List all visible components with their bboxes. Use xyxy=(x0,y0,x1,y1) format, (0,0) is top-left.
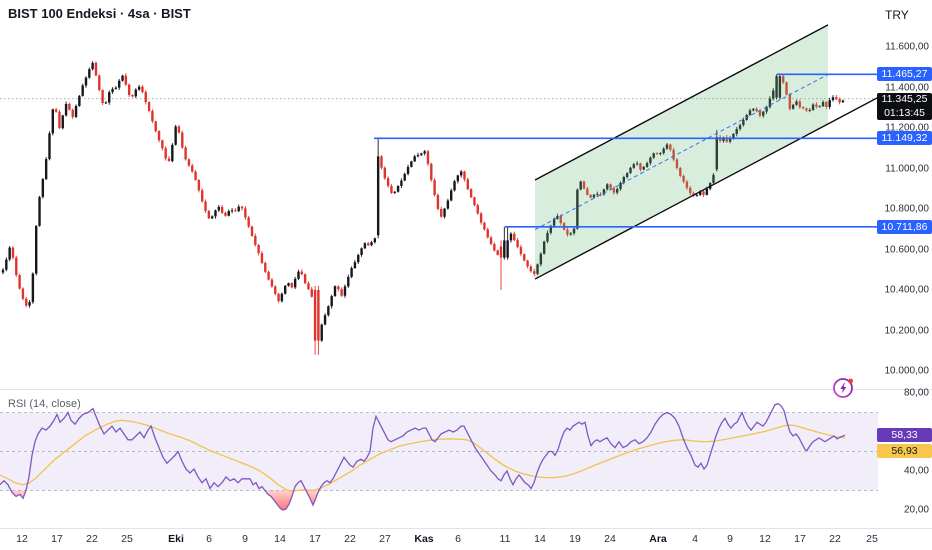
time-tick-day: 27 xyxy=(379,533,391,545)
time-tick-day: 22 xyxy=(344,533,356,545)
support-price-label: 10.711,86 xyxy=(877,219,932,234)
main-price-chart[interactable] xyxy=(0,0,878,390)
rsi-indicator-title[interactable]: RSI (14, close) xyxy=(8,398,81,410)
time-tick-day: 9 xyxy=(242,533,248,545)
time-tick-day: 17 xyxy=(51,533,63,545)
time-tick-day: 4 xyxy=(692,533,698,545)
rsi-tick: 20,00 xyxy=(903,504,929,516)
time-tick-day: 14 xyxy=(534,533,546,545)
tradingview-chart: BIST 100 Endeksi · 4sa · BIST RSI (14, c… xyxy=(0,0,932,550)
time-tick-day: 25 xyxy=(866,533,878,545)
time-tick-month: Ara xyxy=(649,533,667,545)
price-tick: 10.000,00 xyxy=(884,365,930,377)
time-tick-day: 17 xyxy=(794,533,806,545)
bar-countdown: 01:13:45 xyxy=(884,106,925,119)
time-tick-day: 6 xyxy=(455,533,461,545)
time-axis[interactable]: 12 17 22 25 Eki 6 9 14 17 22 27 Kas 6 11 14 19 24 Ara 4 9 12… xyxy=(0,529,932,550)
mid-price-label: 11.149,32 xyxy=(877,131,932,146)
lightning-icon xyxy=(833,377,853,398)
channel-fill[interactable] xyxy=(535,24,828,280)
time-tick-day: 11 xyxy=(499,533,511,545)
price-tick: 10.200,00 xyxy=(884,325,930,336)
time-tick-day: 9 xyxy=(727,533,733,545)
price-tick: 11.400,00 xyxy=(885,82,929,93)
price-tick: 11.000,00 xyxy=(885,163,929,174)
time-tick-day: 12 xyxy=(16,533,28,545)
time-tick-day: 6 xyxy=(206,533,212,545)
price-tick: 10.400,00 xyxy=(884,284,930,296)
price-tick: 10.600,00 xyxy=(884,244,930,255)
rsi-indicator-chart[interactable] xyxy=(0,390,878,528)
time-tick-day: 19 xyxy=(569,533,581,545)
symbol-title[interactable]: BIST 100 Endeksi · 4sa · BIST xyxy=(8,6,191,21)
pane-separator[interactable] xyxy=(0,389,932,390)
currency-label[interactable]: TRY xyxy=(885,8,909,22)
price-tick: 10.800,00 xyxy=(884,203,930,215)
time-tick-day: 14 xyxy=(274,533,286,545)
time-tick-day: 25 xyxy=(121,533,133,545)
time-tick-day: 22 xyxy=(86,533,98,545)
rsi-ma-value-label: 56,93 xyxy=(877,444,932,459)
time-tick-month: Eki xyxy=(168,533,184,545)
price-tick: 11.600,00 xyxy=(885,41,929,53)
last-price-value: 11.345,25 xyxy=(881,93,928,106)
time-tick-day: 12 xyxy=(759,533,771,545)
resistance-price-label: 11.465,27 xyxy=(877,67,932,82)
time-tick-day: 17 xyxy=(309,533,321,545)
time-tick-day: 24 xyxy=(604,533,616,545)
flash-action-button[interactable] xyxy=(831,362,856,398)
rsi-value-label: 58,33 xyxy=(877,428,932,443)
last-price-label: 11.345,25 01:13:45 xyxy=(877,93,932,121)
rsi-tick: 40,00 xyxy=(903,465,929,477)
time-tick-day: 22 xyxy=(829,533,841,545)
time-tick-month: Kas xyxy=(414,533,434,545)
rsi-tick: 80,00 xyxy=(903,387,929,399)
